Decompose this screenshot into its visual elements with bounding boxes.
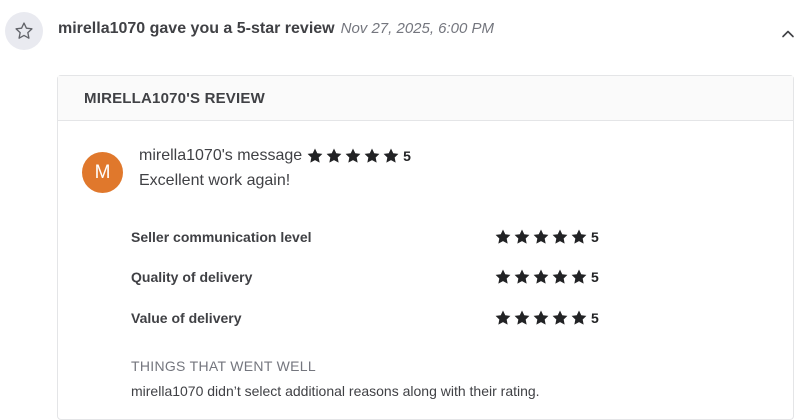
overall-star-rating bbox=[306, 147, 400, 165]
review-card: MIRELLA1070'S REVIEW M mirella1070's mes… bbox=[57, 75, 794, 420]
criterion-label: Seller communication level bbox=[131, 229, 312, 245]
star-icon bbox=[571, 269, 587, 284]
star-icon bbox=[571, 310, 587, 325]
criterion-row-quality: Quality of delivery 5 bbox=[131, 266, 601, 288]
notification-date: Nov 27, 2025, 6:00 PM bbox=[340, 20, 495, 37]
star-icon bbox=[383, 148, 399, 163]
star-icon bbox=[364, 148, 380, 163]
star-icon bbox=[552, 310, 568, 325]
criterion-label: Value of delivery bbox=[131, 310, 242, 326]
star-icon bbox=[495, 310, 511, 325]
criterion-rating-value: 5 bbox=[591, 269, 599, 285]
criterion-star-rating bbox=[494, 268, 588, 286]
criterion-label: Quality of delivery bbox=[131, 269, 253, 285]
star-icon bbox=[533, 229, 549, 244]
review-card-header: MIRELLA1070'S REVIEW bbox=[58, 76, 793, 121]
star-icon bbox=[307, 148, 323, 163]
star-icon bbox=[552, 269, 568, 284]
star-outline-icon bbox=[5, 12, 43, 50]
things-went-well-title: THINGS THAT WENT WELL bbox=[131, 358, 316, 374]
criterion-star-rating bbox=[494, 309, 588, 327]
star-icon bbox=[533, 269, 549, 284]
avatar-initial: M bbox=[94, 161, 111, 183]
star-icon bbox=[495, 269, 511, 284]
star-icon bbox=[326, 148, 342, 163]
things-went-well-text: mirella1070 didn’t select additional rea… bbox=[131, 383, 540, 399]
notification-text: mirella1070 gave you a 5-star review bbox=[58, 20, 335, 37]
message-title-row: mirella1070's message 5 bbox=[139, 147, 411, 165]
notification-title: mirella1070 gave you a 5-star review Nov … bbox=[58, 20, 494, 38]
criterion-rating-value: 5 bbox=[591, 310, 599, 326]
criterion-rating-value: 5 bbox=[591, 229, 599, 245]
star-icon bbox=[552, 229, 568, 244]
star-icon bbox=[345, 148, 361, 163]
message-author-label: mirella1070's message bbox=[139, 147, 303, 164]
chevron-up-icon bbox=[782, 30, 794, 38]
overall-rating-value: 5 bbox=[403, 148, 411, 164]
criterion-row-communication: Seller communication level 5 bbox=[131, 226, 601, 248]
star-icon bbox=[495, 229, 511, 244]
criterion-star-rating bbox=[494, 228, 588, 246]
collapse-button[interactable] bbox=[778, 24, 798, 44]
star-icon bbox=[571, 229, 587, 244]
star-icon bbox=[514, 269, 530, 284]
notification-header[interactable]: mirella1070 gave you a 5-star review Nov … bbox=[0, 0, 800, 64]
star-icon bbox=[514, 310, 530, 325]
review-message: Excellent work again! bbox=[139, 172, 291, 189]
criterion-row-value: Value of delivery 5 bbox=[131, 307, 601, 329]
avatar[interactable]: M bbox=[82, 152, 123, 193]
star-icon bbox=[533, 310, 549, 325]
star-icon bbox=[514, 229, 530, 244]
